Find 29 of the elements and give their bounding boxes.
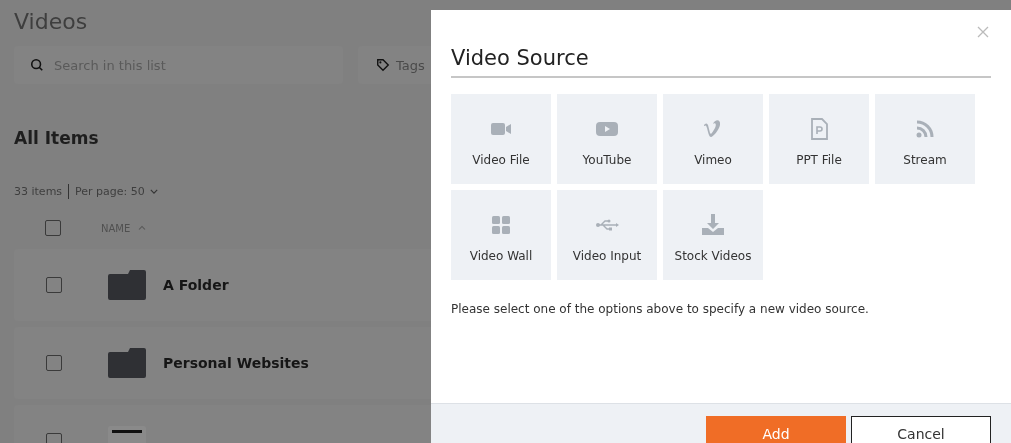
tag-icon	[376, 58, 390, 72]
search-icon	[30, 58, 44, 72]
source-option[interactable]: YouTube	[557, 94, 657, 184]
source-option[interactable]: Stream	[875, 94, 975, 184]
source-option[interactable]: Video File	[451, 94, 551, 184]
grid-icon	[489, 213, 513, 237]
download-icon	[701, 213, 725, 237]
close-icon	[977, 26, 989, 38]
instruction-text: Please select one of the options above to specify a new video source.	[451, 302, 870, 316]
source-option[interactable]: PPT File	[769, 94, 869, 184]
row-checkbox[interactable]	[46, 355, 62, 371]
source-option[interactable]: Video Input	[557, 190, 657, 280]
source-option[interactable]: Vimeo	[663, 94, 763, 184]
page-title: Videos	[14, 8, 88, 36]
select-all-checkbox[interactable]	[45, 220, 61, 236]
chevron-down-icon	[149, 189, 158, 194]
tags-label: Tags	[396, 57, 425, 73]
item-name[interactable]: A Folder	[163, 277, 229, 293]
folder-icon	[108, 270, 146, 300]
dialog-title: Video Source	[451, 46, 991, 78]
source-option[interactable]: Video Wall	[451, 190, 551, 280]
folder-icon	[108, 348, 146, 378]
section-title: All Items	[14, 128, 99, 148]
source-option[interactable]: Stock Videos	[663, 190, 763, 280]
item-name[interactable]: Personal Websites	[163, 355, 309, 371]
row-checkbox[interactable]	[46, 277, 62, 293]
cancel-button[interactable]: Cancel	[851, 416, 991, 443]
close-button[interactable]	[975, 24, 991, 40]
item-count: 33 items	[14, 184, 70, 199]
